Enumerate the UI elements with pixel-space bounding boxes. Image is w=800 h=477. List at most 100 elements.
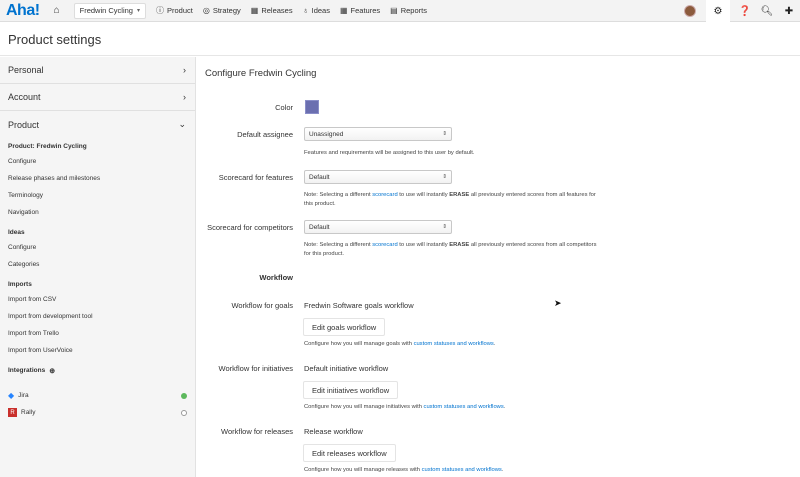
sidebar-item-import-dev-tool[interactable]: Import from development tool xyxy=(0,313,196,330)
configure-title: Configure Fredwin Cycling xyxy=(205,68,317,79)
sidebar-item-release-phases[interactable]: Release phases and milestones xyxy=(0,175,196,192)
scorecard-competitors-select[interactable]: Default ⇕ xyxy=(304,220,452,234)
product-selector-label: Fredwin Cycling xyxy=(79,6,133,15)
default-assignee-label: Default assignee xyxy=(237,130,293,139)
default-assignee-select[interactable]: Unassigned ⇕ xyxy=(304,127,452,141)
sidebar-personal-label: Personal xyxy=(8,65,44,75)
settings-sidebar: Personal › Account › Product ⌄ Product: … xyxy=(0,57,196,477)
workflow-releases-label: Workflow for releases xyxy=(221,427,293,436)
select-arrows-icon: ⇕ xyxy=(442,174,447,180)
nav-features[interactable]: ▦ Features xyxy=(340,6,380,15)
status-indicator-inactive xyxy=(181,409,187,416)
nav-ideas-label: Ideas xyxy=(311,6,330,15)
sidebar-item-configure[interactable]: Configure xyxy=(0,158,196,175)
scorecard-link[interactable]: scorecard xyxy=(372,192,397,198)
reports-icon: ▤ xyxy=(390,6,398,15)
aha-logo[interactable]: Aha! xyxy=(6,2,40,20)
mouse-cursor-icon: ➤ xyxy=(554,298,562,308)
rally-label: Rally xyxy=(21,409,36,416)
select-arrows-icon: ⇕ xyxy=(442,131,447,137)
sidebar-account-label: Account xyxy=(8,92,41,102)
note-text: Note: Selecting a different xyxy=(304,192,373,198)
goals-note: Configure how you will manage goals with… xyxy=(304,340,604,349)
note-text: to use will instantly xyxy=(397,242,450,248)
sidebar-item-import-uservoice[interactable]: Import from UserVoice xyxy=(0,347,196,367)
scorecard-features-value: Default xyxy=(309,173,330,181)
edit-releases-workflow-button[interactable]: Edit releases workflow xyxy=(303,444,396,462)
workflow-goals-value: Fredwin Software goals workflow xyxy=(304,301,414,310)
scorecard-competitors-label: Scorecard for competitors xyxy=(207,223,293,232)
sidebar-item-import-csv[interactable]: Import from CSV xyxy=(0,296,196,313)
sidebar-personal[interactable]: Personal › xyxy=(0,57,195,84)
nav-right-tools: ⚙ ❓ 🔍︎ ✚ xyxy=(684,0,800,22)
custom-statuses-link[interactable]: custom statuses and workflows xyxy=(422,467,502,473)
jira-icon: ◆ xyxy=(8,391,15,400)
main-content: Configure Fredwin Cycling Color Default … xyxy=(197,57,800,477)
scorecard-features-note: Note: Selecting a different scorecard to… xyxy=(304,191,604,209)
target-icon: ◎ xyxy=(202,6,210,15)
custom-statuses-link[interactable]: custom statuses and workflows xyxy=(414,341,494,347)
chevron-right-icon: › xyxy=(183,65,186,75)
note-text: . xyxy=(493,341,496,347)
chevron-right-icon: › xyxy=(183,92,186,102)
sidebar-item-terminology[interactable]: Terminology xyxy=(0,192,196,209)
home-icon[interactable]: ⌂ xyxy=(54,5,60,16)
color-swatch[interactable] xyxy=(305,100,319,114)
nav-reports[interactable]: ▤ Reports xyxy=(390,6,427,15)
scorecard-features-select[interactable]: Default ⇕ xyxy=(304,170,452,184)
sidebar-item-navigation[interactable]: Navigation xyxy=(0,209,196,229)
sidebar-section-imports: Imports xyxy=(8,281,32,288)
note-text: Configure how you will manage initiative… xyxy=(304,404,424,410)
nav-strategy[interactable]: ◎ Strategy xyxy=(203,6,241,15)
rally-icon: R xyxy=(8,408,17,417)
custom-statuses-link[interactable]: custom statuses and workflows xyxy=(424,404,504,410)
nav-releases-label: Releases xyxy=(261,6,293,15)
sidebar-section-integrations: Integrations ⊕ xyxy=(0,367,196,387)
integrations-label: Integrations xyxy=(8,367,46,374)
top-navigation: Aha! ⌂ Fredwin Cycling ▾ ⓘ Product ◎ Str… xyxy=(0,0,800,22)
note-text: to use will instantly xyxy=(397,192,450,198)
nav-strategy-label: Strategy xyxy=(212,6,241,15)
calendar-icon: ▦ xyxy=(250,6,259,15)
scorecard-features-label: Scorecard for features xyxy=(218,173,293,182)
scorecard-link[interactable]: scorecard xyxy=(372,242,397,248)
nav-releases[interactable]: ▦ Releases xyxy=(251,6,293,15)
add-icon[interactable]: ✚ xyxy=(778,0,800,22)
workflow-initiatives-label: Workflow for initiatives xyxy=(218,364,293,373)
sidebar-section-ideas: Ideas xyxy=(8,229,25,236)
sidebar-product[interactable]: Product ⌄ xyxy=(0,111,195,138)
workflow-initiatives-value: Default initiative workflow xyxy=(304,364,389,373)
search-icon[interactable]: 🔍︎ xyxy=(756,0,778,22)
caret-down-icon: ▾ xyxy=(136,8,140,14)
gear-icon[interactable]: ⚙ xyxy=(706,0,730,22)
avatar[interactable] xyxy=(684,5,696,17)
note-text: Note: Selecting a different xyxy=(304,242,373,248)
edit-goals-workflow-button[interactable]: Edit goals workflow xyxy=(303,318,386,336)
scorecard-competitors-note: Note: Selecting a different scorecard to… xyxy=(304,241,604,259)
workflow-heading: Workflow xyxy=(259,273,293,282)
info-icon: ⓘ xyxy=(155,6,164,15)
status-indicator-active xyxy=(181,392,187,399)
sidebar-account[interactable]: Account › xyxy=(0,84,195,111)
sidebar-item-import-trello[interactable]: Import from Trello xyxy=(0,330,196,347)
nav-ideas[interactable]: ♁ Ideas xyxy=(303,6,330,15)
grid-icon: ▦ xyxy=(339,6,348,15)
sidebar-product-label: Product xyxy=(8,119,40,130)
sidebar-item-categories[interactable]: Categories xyxy=(0,261,196,281)
color-label: Color xyxy=(275,103,293,112)
sidebar-item-jira[interactable]: ◆ Jira xyxy=(0,387,196,404)
edit-initiatives-workflow-button[interactable]: Edit initiatives workflow xyxy=(303,381,399,399)
nav-product[interactable]: ⓘ Product xyxy=(156,5,193,16)
scorecard-competitors-value: Default xyxy=(309,223,330,231)
page-title: Product settings xyxy=(8,32,102,47)
workflow-releases-value: Release workflow xyxy=(304,427,363,436)
lightbulb-icon: ♁ xyxy=(302,6,309,15)
sidebar-item-rally[interactable]: R Rally xyxy=(0,404,196,421)
nav-features-label: Features xyxy=(350,6,381,15)
add-integration-icon[interactable]: ⊕ xyxy=(49,367,55,375)
help-icon[interactable]: ❓ xyxy=(734,0,756,22)
product-selector[interactable]: Fredwin Cycling ▾ xyxy=(73,2,146,19)
sidebar-item-ideas-configure[interactable]: Configure xyxy=(0,244,196,261)
erase-text: ERASE xyxy=(449,192,470,198)
note-text: Configure how you will manage goals with xyxy=(304,341,414,347)
